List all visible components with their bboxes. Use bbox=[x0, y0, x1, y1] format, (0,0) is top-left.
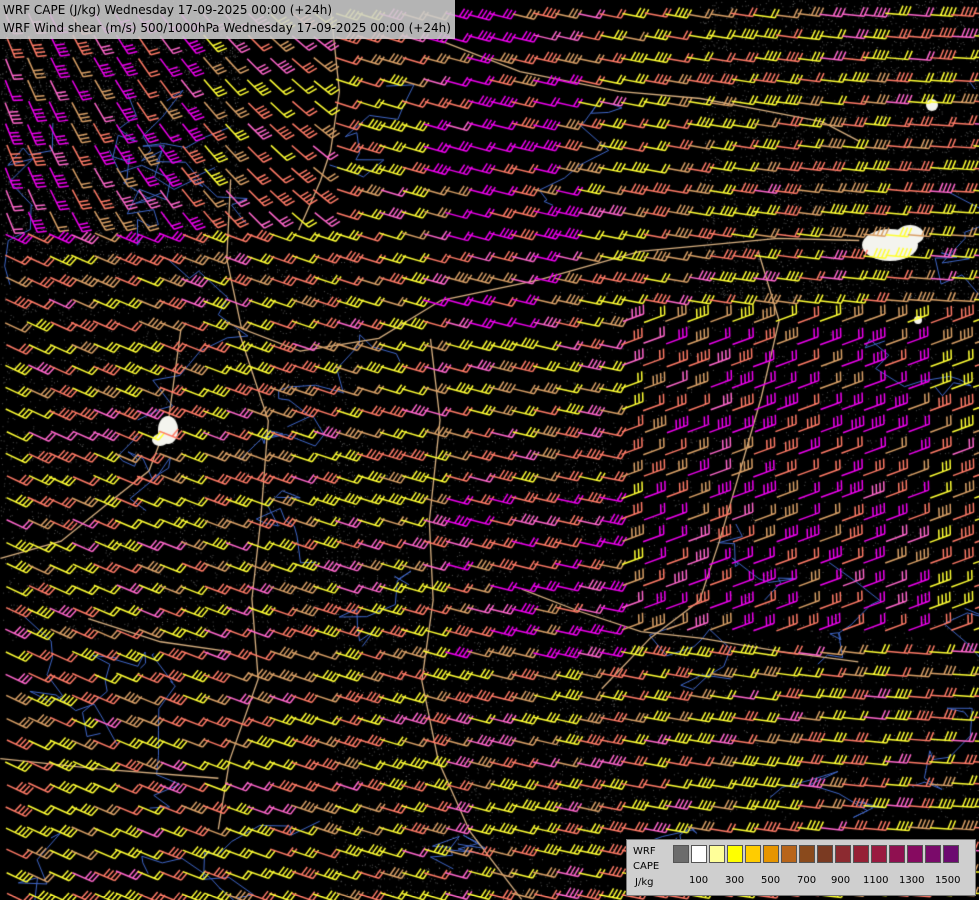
legend-swatch bbox=[889, 845, 905, 863]
legend-tick: 700 bbox=[797, 875, 817, 886]
legend-swatch bbox=[925, 845, 941, 863]
legend-swatch bbox=[907, 845, 923, 863]
wind-shear-barb-map bbox=[0, 0, 979, 900]
map-title-box: WRF CAPE (J/kg) Wednesday 17-09-2025 00:… bbox=[0, 0, 455, 39]
legend-swatch bbox=[871, 845, 887, 863]
wind-shear-title: WRF Wind shear (m/s) 500/1000hPa Wednesd… bbox=[3, 21, 451, 35]
legend-tick: 900 bbox=[831, 875, 851, 886]
legend-unit-label: J/kg bbox=[635, 877, 654, 888]
cape-legend: WRF CAPE J/kg 100 300 500 700 900 1100 1… bbox=[626, 839, 976, 896]
legend-swatch bbox=[835, 845, 851, 863]
legend-swatch bbox=[763, 845, 779, 863]
legend-swatch bbox=[781, 845, 797, 863]
legend-swatch bbox=[817, 845, 833, 863]
legend-swatch bbox=[691, 845, 707, 863]
legend-swatch bbox=[943, 845, 959, 863]
legend-swatch bbox=[727, 845, 743, 863]
cape-title: WRF CAPE (J/kg) Wednesday 17-09-2025 00:… bbox=[3, 3, 332, 17]
legend-variable-label: CAPE bbox=[633, 861, 660, 872]
legend-swatch bbox=[745, 845, 761, 863]
legend-swatch bbox=[853, 845, 869, 863]
legend-color-scale bbox=[673, 845, 961, 863]
legend-tick: 300 bbox=[725, 875, 745, 886]
legend-model-label: WRF bbox=[633, 846, 656, 857]
legend-swatch bbox=[673, 845, 689, 863]
legend-tick: 1300 bbox=[899, 875, 925, 886]
legend-swatch bbox=[709, 845, 725, 863]
legend-tick: 500 bbox=[761, 875, 781, 886]
legend-tick: 1500 bbox=[935, 875, 961, 886]
legend-tick: 100 bbox=[689, 875, 709, 886]
legend-swatch bbox=[799, 845, 815, 863]
legend-tick: 1100 bbox=[863, 875, 889, 886]
legend-tick-labels: 100 300 500 700 900 1100 1300 1500 bbox=[673, 875, 973, 889]
